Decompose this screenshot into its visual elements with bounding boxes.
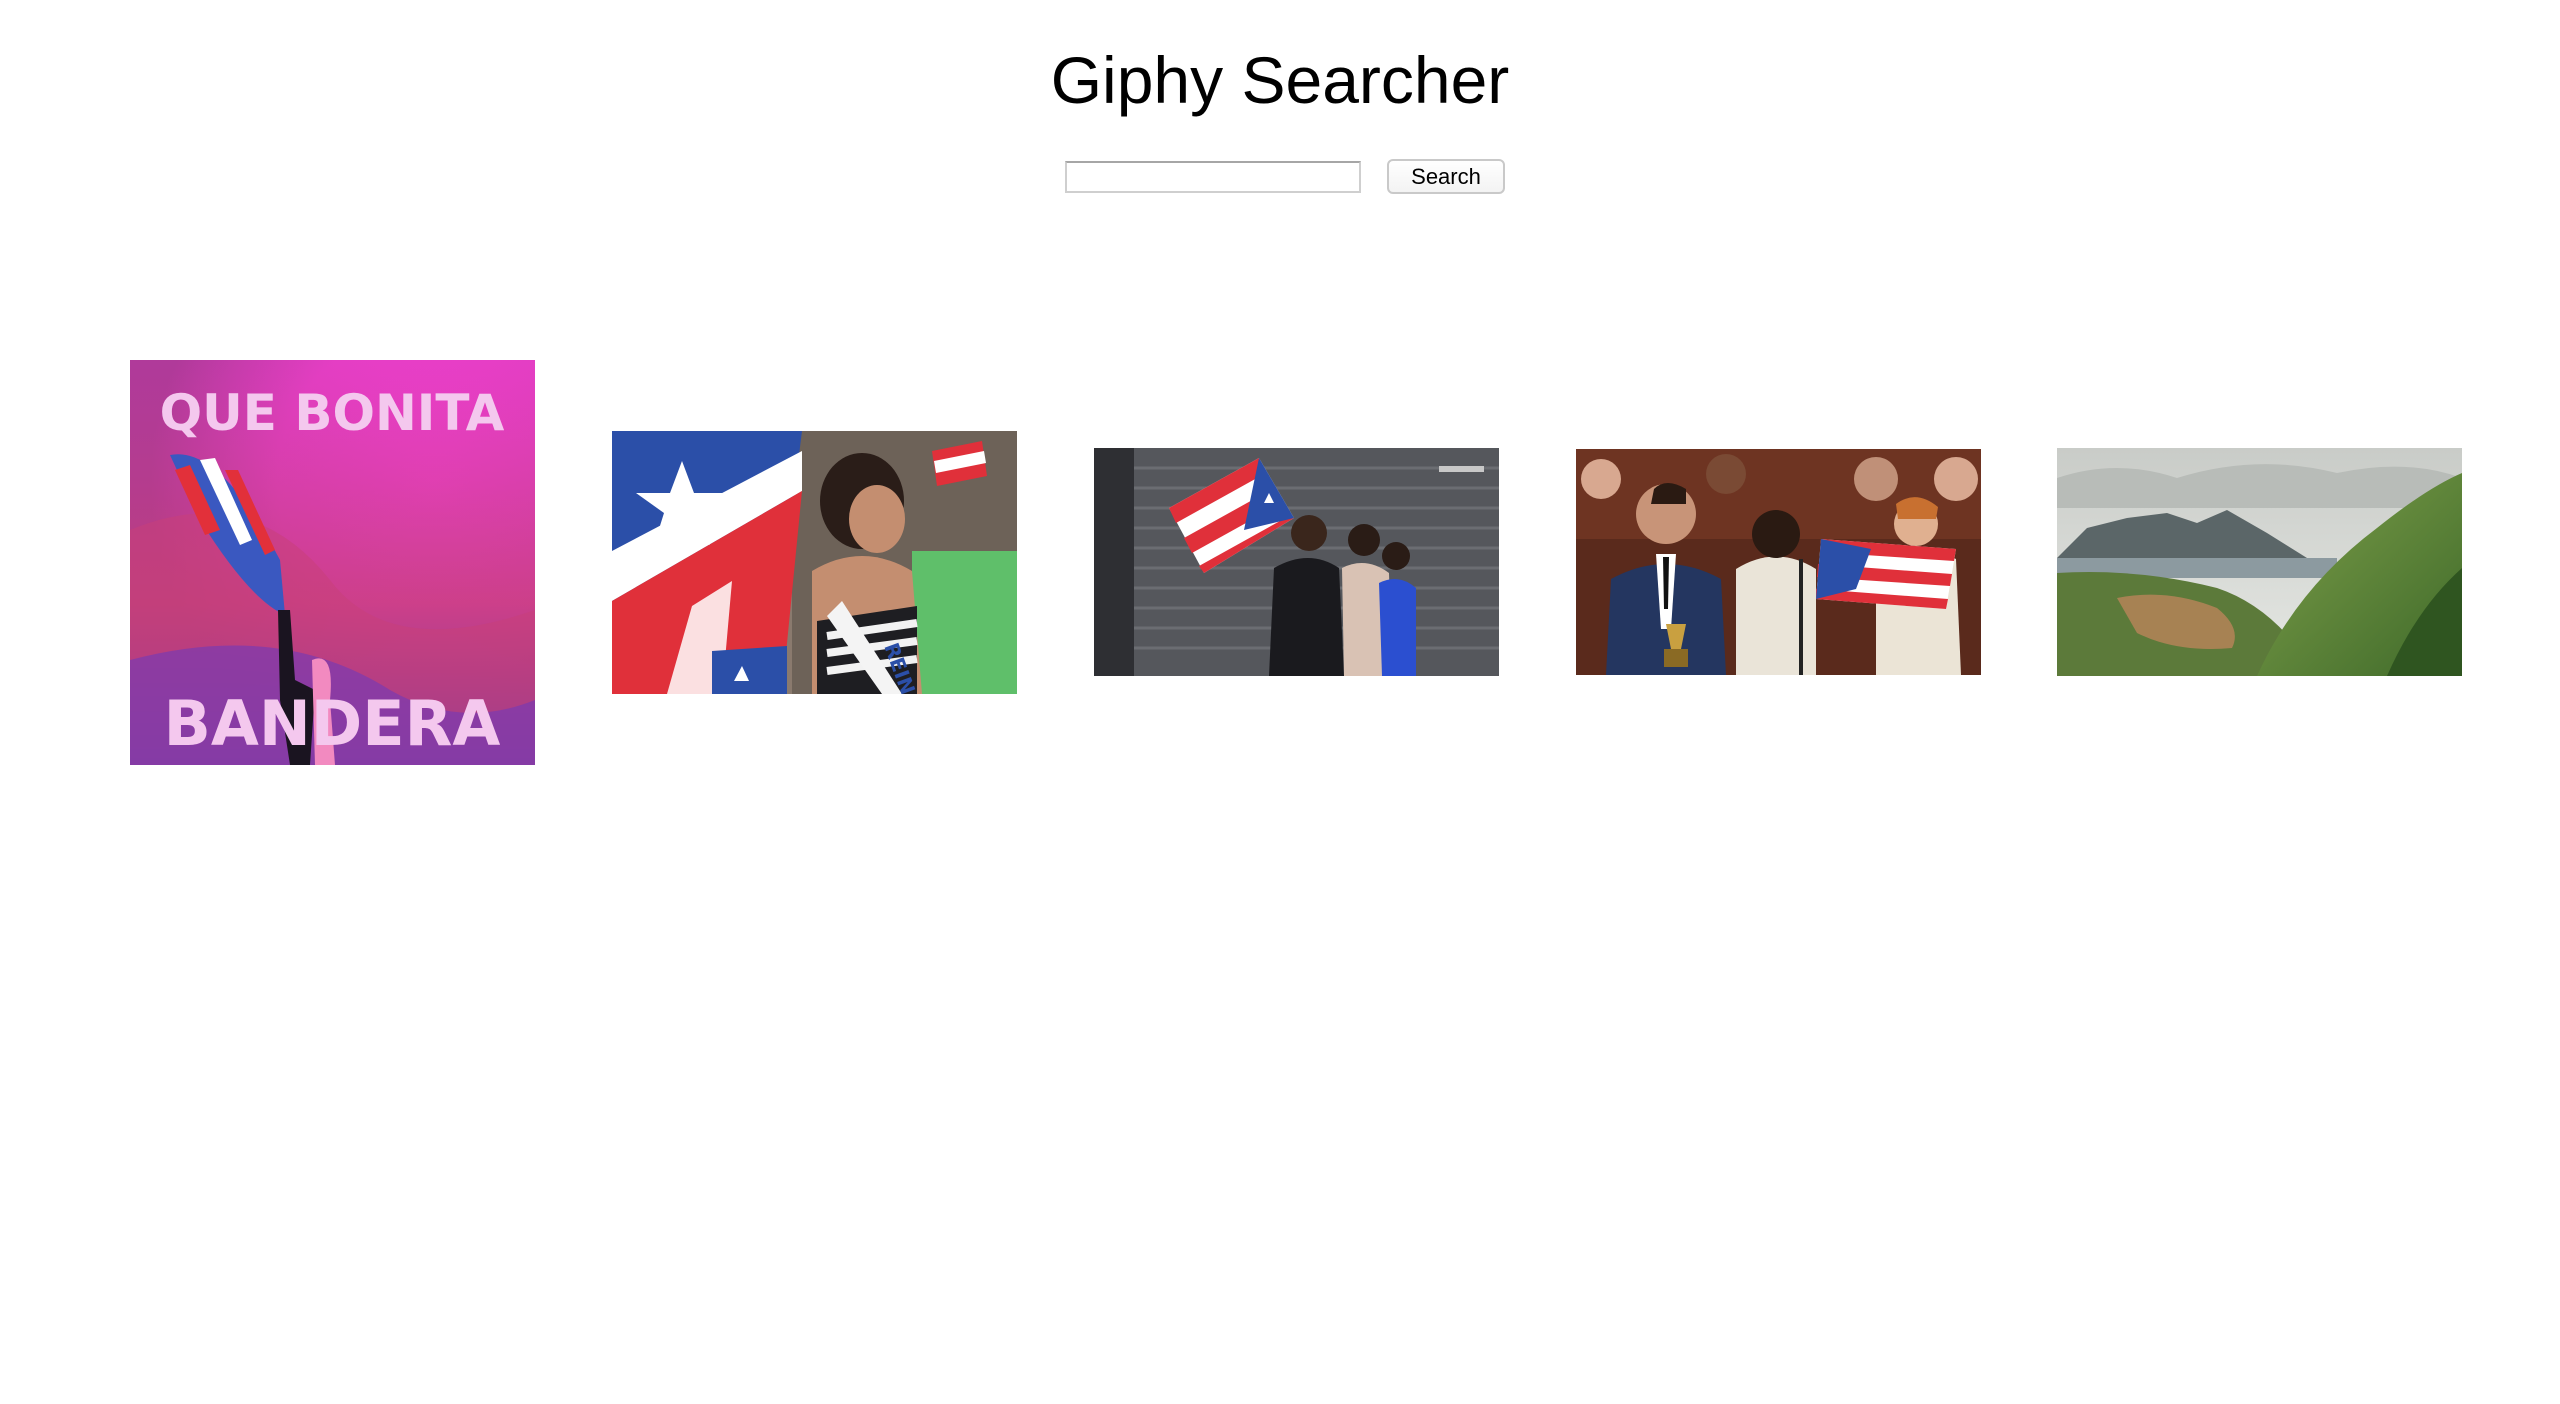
gif-parade-flag-woman[interactable]: REINA xyxy=(612,431,1017,694)
gif-coastal-landscape[interactable] xyxy=(2057,448,2462,676)
gif-que-bonita-bandera[interactable]: QUE BONITA BANDERA xyxy=(130,360,535,765)
search-button[interactable]: Search xyxy=(1387,159,1505,194)
gif-street-flag-walkers[interactable] xyxy=(1094,448,1499,676)
page-title: Giphy Searcher xyxy=(1050,43,1510,117)
search-input[interactable] xyxy=(1065,161,1361,193)
gif-awards-flag-group[interactable] xyxy=(1576,449,1981,675)
search-bar: Search xyxy=(1065,159,1525,199)
gif-caption-top: QUE BONITA xyxy=(160,384,505,442)
page: Giphy Searcher Search QUE BONITA BANDERA… xyxy=(0,0,2560,1404)
gif-caption-bottom: BANDERA xyxy=(164,687,501,760)
